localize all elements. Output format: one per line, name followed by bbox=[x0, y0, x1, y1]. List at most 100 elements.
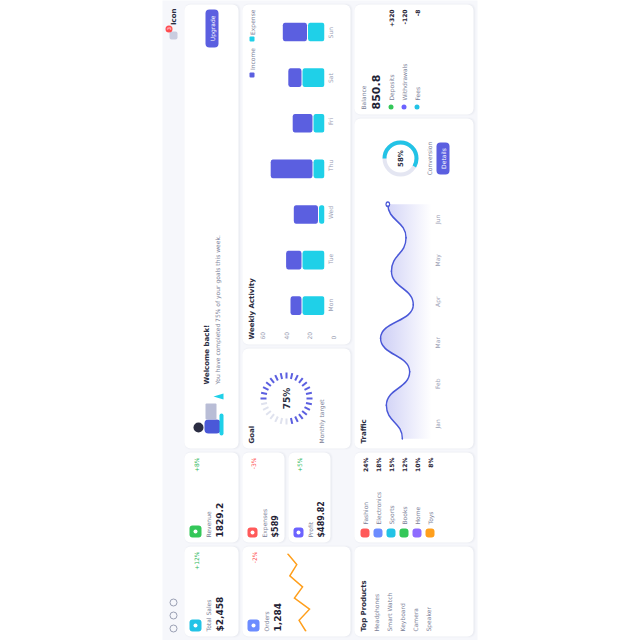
products-title: Top Products bbox=[360, 551, 368, 631]
stat-value: 1829.2 bbox=[215, 457, 225, 537]
product-row[interactable]: Keyboard bbox=[397, 551, 407, 631]
gauge-tick bbox=[286, 372, 288, 378]
product-name: Headphones bbox=[372, 593, 379, 631]
x-label: Sat bbox=[327, 73, 334, 83]
x-label: Thu bbox=[327, 159, 334, 170]
line-chart-marker bbox=[387, 202, 389, 205]
stat-card: +12%Total Sales$2,458 bbox=[185, 546, 239, 636]
product-row[interactable]: Smart Watch bbox=[384, 551, 394, 631]
mini-stat-head: -3% bbox=[248, 457, 258, 537]
category-value: 10% bbox=[413, 457, 420, 471]
x-label: Jun bbox=[434, 214, 441, 223]
bar[interactable] bbox=[283, 22, 307, 41]
stat-value: $2,458 bbox=[215, 551, 225, 631]
gauge-tick bbox=[302, 382, 307, 386]
category-row[interactable]: Sports15% bbox=[386, 457, 396, 537]
gauge-tick bbox=[295, 416, 298, 421]
y-tick: 60 bbox=[259, 331, 266, 339]
gauge-label: Goal bbox=[248, 353, 256, 443]
summary-row[interactable]: Fees-8 bbox=[412, 9, 422, 109]
summary-row[interactable]: Withdrawals-120 bbox=[399, 9, 409, 109]
details-button[interactable]: Details bbox=[436, 142, 449, 175]
product-row[interactable]: Camera bbox=[410, 551, 420, 631]
legend-swatch bbox=[249, 36, 254, 41]
stat-head: +12% bbox=[190, 551, 202, 631]
x-label: Mon bbox=[327, 298, 334, 311]
category-row[interactable]: Fashion24% bbox=[360, 457, 370, 537]
bar-group bbox=[283, 22, 325, 41]
category-row[interactable]: Home 10% bbox=[412, 457, 422, 537]
line-chart-point[interactable] bbox=[405, 236, 407, 238]
category-row[interactable]: Books 12% bbox=[399, 457, 409, 537]
summary-dot bbox=[414, 104, 419, 109]
bar[interactable] bbox=[308, 22, 325, 41]
mini-stat-value: $489.82 bbox=[317, 457, 326, 537]
user-name[interactable]: Icon bbox=[170, 8, 178, 25]
bar-group bbox=[288, 68, 324, 87]
bar[interactable] bbox=[314, 159, 325, 178]
categories-card: Fashion24%Electronics18%Sports15%Books 12… bbox=[355, 452, 474, 542]
x-label: Feb bbox=[434, 378, 441, 389]
line-chart-point[interactable] bbox=[385, 201, 390, 207]
summary-row[interactable]: Deposits +320 bbox=[386, 9, 396, 109]
upgrade-button[interactable]: Upgrade bbox=[205, 9, 218, 47]
stat-label: Total Sales bbox=[205, 551, 212, 631]
product-row[interactable]: Speaker bbox=[423, 551, 433, 631]
stat-icon bbox=[190, 619, 202, 631]
bar[interactable] bbox=[293, 114, 313, 133]
summary-left: Deposits bbox=[387, 74, 394, 109]
icon-dot bbox=[297, 530, 301, 534]
gauge-reading: 75% bbox=[259, 370, 315, 426]
bar-chart-plot bbox=[259, 9, 325, 328]
bar[interactable] bbox=[288, 68, 301, 87]
nav-icon[interactable] bbox=[170, 624, 178, 632]
summary-left: Withdrawals bbox=[400, 63, 407, 109]
bar[interactable] bbox=[319, 205, 325, 224]
category-value: 12% bbox=[400, 457, 407, 471]
category-label: Electronics bbox=[374, 491, 381, 524]
category-left: Fashion bbox=[360, 501, 369, 537]
category-icon bbox=[399, 528, 408, 537]
category-label: Home bbox=[413, 506, 420, 524]
page: 3Icon+12%Total Sales$2,458+8%Revenue1829… bbox=[0, 0, 640, 640]
bar[interactable] bbox=[286, 251, 301, 270]
bar[interactable] bbox=[303, 296, 325, 315]
category-row[interactable]: Electronics18% bbox=[373, 457, 383, 537]
orders-label: Orders bbox=[263, 551, 270, 631]
bell-icon[interactable]: 3 bbox=[170, 31, 178, 39]
line-chart-point[interactable] bbox=[386, 404, 388, 406]
line-chart-point[interactable] bbox=[391, 270, 393, 272]
nav-icon[interactable] bbox=[170, 598, 178, 606]
gauge-tick bbox=[263, 387, 268, 390]
product-row[interactable]: Headphones bbox=[371, 551, 381, 631]
gauge-tick bbox=[299, 378, 303, 383]
category-value: 8% bbox=[426, 457, 433, 467]
donut-reading: 58% bbox=[379, 137, 421, 179]
bar[interactable] bbox=[303, 251, 325, 270]
line-chart-point[interactable] bbox=[409, 370, 411, 372]
user-box: 3 Icon bbox=[170, 8, 178, 39]
nav-icon[interactable] bbox=[170, 611, 178, 619]
bar[interactable] bbox=[303, 68, 325, 87]
category-left: Books bbox=[399, 506, 408, 537]
bar[interactable] bbox=[271, 159, 313, 178]
donut-label: Conversion bbox=[425, 141, 432, 175]
orders-head: -2% bbox=[248, 551, 260, 631]
bar-chart-body: 6040200MonTueWedThuFriSatSun bbox=[259, 9, 346, 339]
dashboard: 3Icon+12%Total Sales$2,458+8%Revenue1829… bbox=[163, 0, 478, 640]
line-chart-point[interactable] bbox=[380, 337, 382, 339]
stat-label: Revenue bbox=[205, 457, 212, 537]
bar[interactable] bbox=[291, 296, 302, 315]
gauge-tick bbox=[295, 375, 298, 380]
gauge-card: Goal75%Monthly target bbox=[243, 348, 351, 448]
category-row[interactable]: Toys8% bbox=[425, 457, 435, 537]
top-bar: 3 Icon bbox=[167, 4, 181, 636]
sparkline-chart bbox=[286, 553, 312, 631]
line-chart-point[interactable] bbox=[413, 303, 415, 305]
mini-stat-label: Profit bbox=[307, 457, 314, 537]
bar[interactable] bbox=[314, 114, 325, 133]
summary-item-value: +320 bbox=[387, 9, 394, 27]
bar[interactable] bbox=[294, 205, 318, 224]
gauge-tick bbox=[281, 373, 282, 379]
line-chart-point[interactable] bbox=[402, 437, 404, 439]
